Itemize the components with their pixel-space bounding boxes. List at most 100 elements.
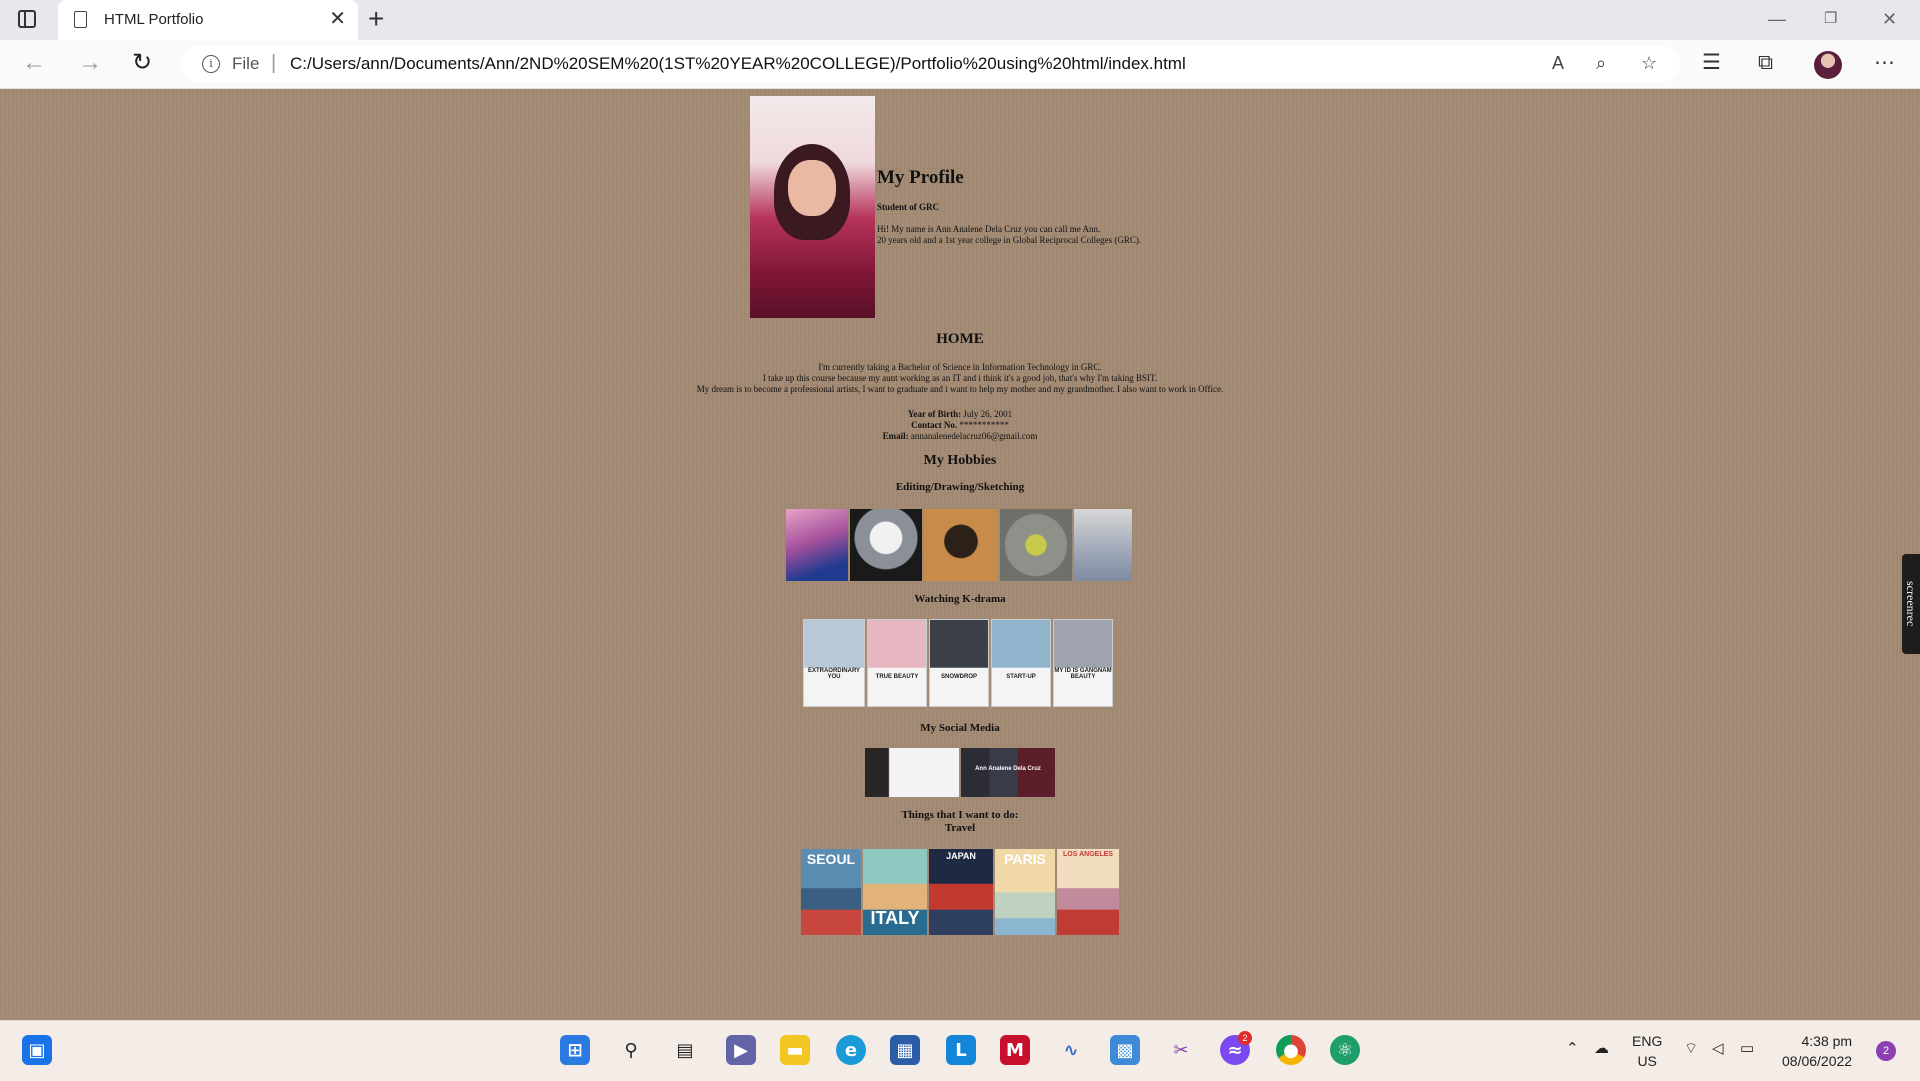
forward-button[interactable]: →: [78, 48, 102, 78]
tab-bar: HTML Portfolio ✕ + — ❐ ✕: [0, 0, 1920, 40]
language-region: US: [1637, 1053, 1657, 1069]
start-icon[interactable]: ⊞: [560, 1035, 590, 1065]
monitor-icon[interactable]: ∿: [1056, 1035, 1086, 1065]
intro-line: 20 years old and a 1st year college in G…: [877, 235, 1142, 245]
email-label: Email:: [882, 431, 909, 441]
language-code: ENG: [1632, 1033, 1663, 1049]
art-image: [1074, 509, 1132, 581]
image-viewer-icon[interactable]: ▩: [1110, 1035, 1140, 1065]
task-view-icon[interactable]: ▤: [670, 1035, 700, 1065]
travel-gallery: SEOUL ITALY JAPAN PARIS LOS ANGELES: [801, 849, 1119, 935]
date: 08/06/2022: [1782, 1053, 1853, 1069]
clock[interactable]: 4:38 pm 08/06/2022: [1782, 1031, 1852, 1071]
language-indicator[interactable]: ENG US: [1632, 1031, 1662, 1071]
new-tab-button[interactable]: +: [368, 4, 384, 34]
more-icon[interactable]: ⋯: [1874, 50, 1895, 76]
travel-image: ITALY: [863, 849, 927, 935]
kdrama-heading: Watching K-drama: [914, 593, 1006, 605]
battery-icon[interactable]: ▭: [1740, 1039, 1754, 1057]
mcafee-icon[interactable]: M: [1000, 1035, 1030, 1065]
profile-title: My Profile: [877, 167, 964, 188]
lightshot-icon[interactable]: L: [946, 1035, 976, 1065]
social-facebook-image[interactable]: Ann Analene Dela Cruz: [961, 748, 1055, 797]
address-url[interactable]: C:/Users/ann/Documents/Ann/2ND%20SEM%20(…: [290, 54, 1186, 74]
tab-title: HTML Portfolio: [104, 11, 204, 28]
search-icon[interactable]: ⚲: [616, 1035, 646, 1065]
home-heading: HOME: [936, 331, 984, 347]
birth-label: Year of Birth:: [907, 409, 962, 419]
travel-image: JAPAN: [929, 849, 993, 935]
back-button[interactable]: ←: [22, 48, 46, 78]
intro-line: Hi! My name is Ann Analene Dela Cruz you…: [877, 224, 1101, 234]
navigation-bar: ← → ↻ i File | C:/Users/ann/Documents/An…: [0, 40, 1920, 89]
contact-label: Contact No.: [911, 420, 958, 430]
info-icon[interactable]: i: [202, 55, 220, 73]
travel-heading: Travel: [944, 822, 976, 834]
contact-value: ***********: [957, 420, 1009, 430]
volume-icon[interactable]: ◁: [1712, 1039, 1724, 1057]
notification-badge[interactable]: 2: [1876, 1041, 1896, 1061]
profile-photo: [750, 96, 875, 318]
document-icon: [74, 11, 87, 28]
kdrama-poster: TRUE BEAUTY: [867, 619, 927, 707]
hobbies-heading: My Hobbies: [923, 453, 997, 468]
home-line: I'm currently taking a Bachelor of Scien…: [818, 362, 1102, 372]
file-explorer-icon[interactable]: ▬: [780, 1035, 810, 1065]
time: 4:38 pm: [1801, 1033, 1853, 1049]
screenrec-widget[interactable]: screenrec: [1902, 554, 1920, 654]
kdrama-poster: SNOWDROP: [929, 619, 989, 707]
art-gallery: [786, 509, 1132, 581]
art-image: [1000, 509, 1072, 581]
travel-image: PARIS: [995, 849, 1055, 935]
profile-intro: Hi! My name is Ann Analene Dela Cruz you…: [877, 224, 1141, 246]
art-image: [850, 509, 922, 581]
profile-subtitle: Student of GRC: [877, 202, 940, 212]
kdrama-poster: START-UP: [991, 619, 1051, 707]
kdrama-gallery: EXTRAORDINARY YOU TRUE BEAUTY SNOWDROP S…: [803, 619, 1113, 707]
browser-tab[interactable]: HTML Portfolio ✕: [58, 0, 358, 40]
edge-icon[interactable]: e: [836, 1035, 866, 1065]
contact-info: Year of Birth: July 26, 2001 Contact No.…: [0, 409, 1920, 442]
widgets-icon[interactable]: ▣: [22, 1035, 52, 1065]
art-image: [924, 509, 998, 581]
close-tab-icon[interactable]: ✕: [329, 8, 346, 30]
chat-icon[interactable]: ▶: [726, 1035, 756, 1065]
social-instagram-image[interactable]: [865, 748, 959, 797]
taskbar: ▣ ⊞ ⚲ ▤ ▶ ▬ e ▦ L M ∿ ▩ ✂ ≈ 2 ● ⚛ ⌃ ☁ EN…: [0, 1020, 1920, 1081]
birth-value: July 26, 2001: [961, 409, 1013, 419]
minimize-button[interactable]: —: [1768, 6, 1786, 32]
social-gallery: Ann Analene Dela Cruz: [865, 748, 1055, 797]
collections-icon[interactable]: ⧉: [1758, 50, 1773, 76]
address-bar[interactable]: i File | C:/Users/ann/Documents/Ann/2ND%…: [180, 46, 1680, 82]
art-heading: Editing/Drawing/Sketching: [895, 481, 1025, 493]
snipping-tool-icon[interactable]: ✂: [1166, 1035, 1196, 1065]
home-line: My dream is to become a professional art…: [696, 384, 1224, 394]
travel-image: LOS ANGELES: [1057, 849, 1119, 935]
social-heading: My Social Media: [920, 722, 1000, 734]
kdrama-poster: EXTRAORDINARY YOU: [803, 619, 865, 707]
home-paragraph: I'm currently taking a Bachelor of Scien…: [0, 362, 1920, 395]
art-image: [786, 509, 848, 581]
add-favorite-icon[interactable]: ☆: [1641, 53, 1657, 74]
favorites-icon[interactable]: ☰: [1702, 50, 1721, 76]
onedrive-icon[interactable]: ☁: [1594, 1039, 1609, 1057]
email-value: annanalenedelacruz06@gmail.com: [908, 431, 1038, 441]
zoom-out-icon[interactable]: ⌕: [1596, 53, 1606, 74]
close-window-button[interactable]: ✕: [1882, 6, 1897, 32]
travel-image: SEOUL: [801, 849, 861, 935]
read-aloud-icon[interactable]: A: [1552, 53, 1564, 74]
page-content: My Profile Student of GRC Hi! My name is…: [0, 89, 1920, 1020]
wifi-icon[interactable]: ⌔: [1684, 1039, 1698, 1058]
profile-avatar[interactable]: [1814, 51, 1842, 79]
chrome-icon[interactable]: ●: [1276, 1035, 1306, 1065]
tab-actions-icon[interactable]: [18, 10, 36, 28]
address-separator: |: [271, 52, 277, 74]
messenger-badge: 2: [1238, 1031, 1252, 1045]
show-hidden-icons[interactable]: ⌃: [1566, 1039, 1579, 1057]
restore-button[interactable]: ❐: [1824, 6, 1837, 32]
store-icon[interactable]: ▦: [890, 1035, 920, 1065]
atom-icon[interactable]: ⚛: [1330, 1035, 1360, 1065]
address-scheme-label: File: [232, 54, 260, 73]
refresh-button[interactable]: ↻: [132, 48, 152, 78]
kdrama-poster: MY ID IS GANGNAM BEAUTY: [1053, 619, 1113, 707]
